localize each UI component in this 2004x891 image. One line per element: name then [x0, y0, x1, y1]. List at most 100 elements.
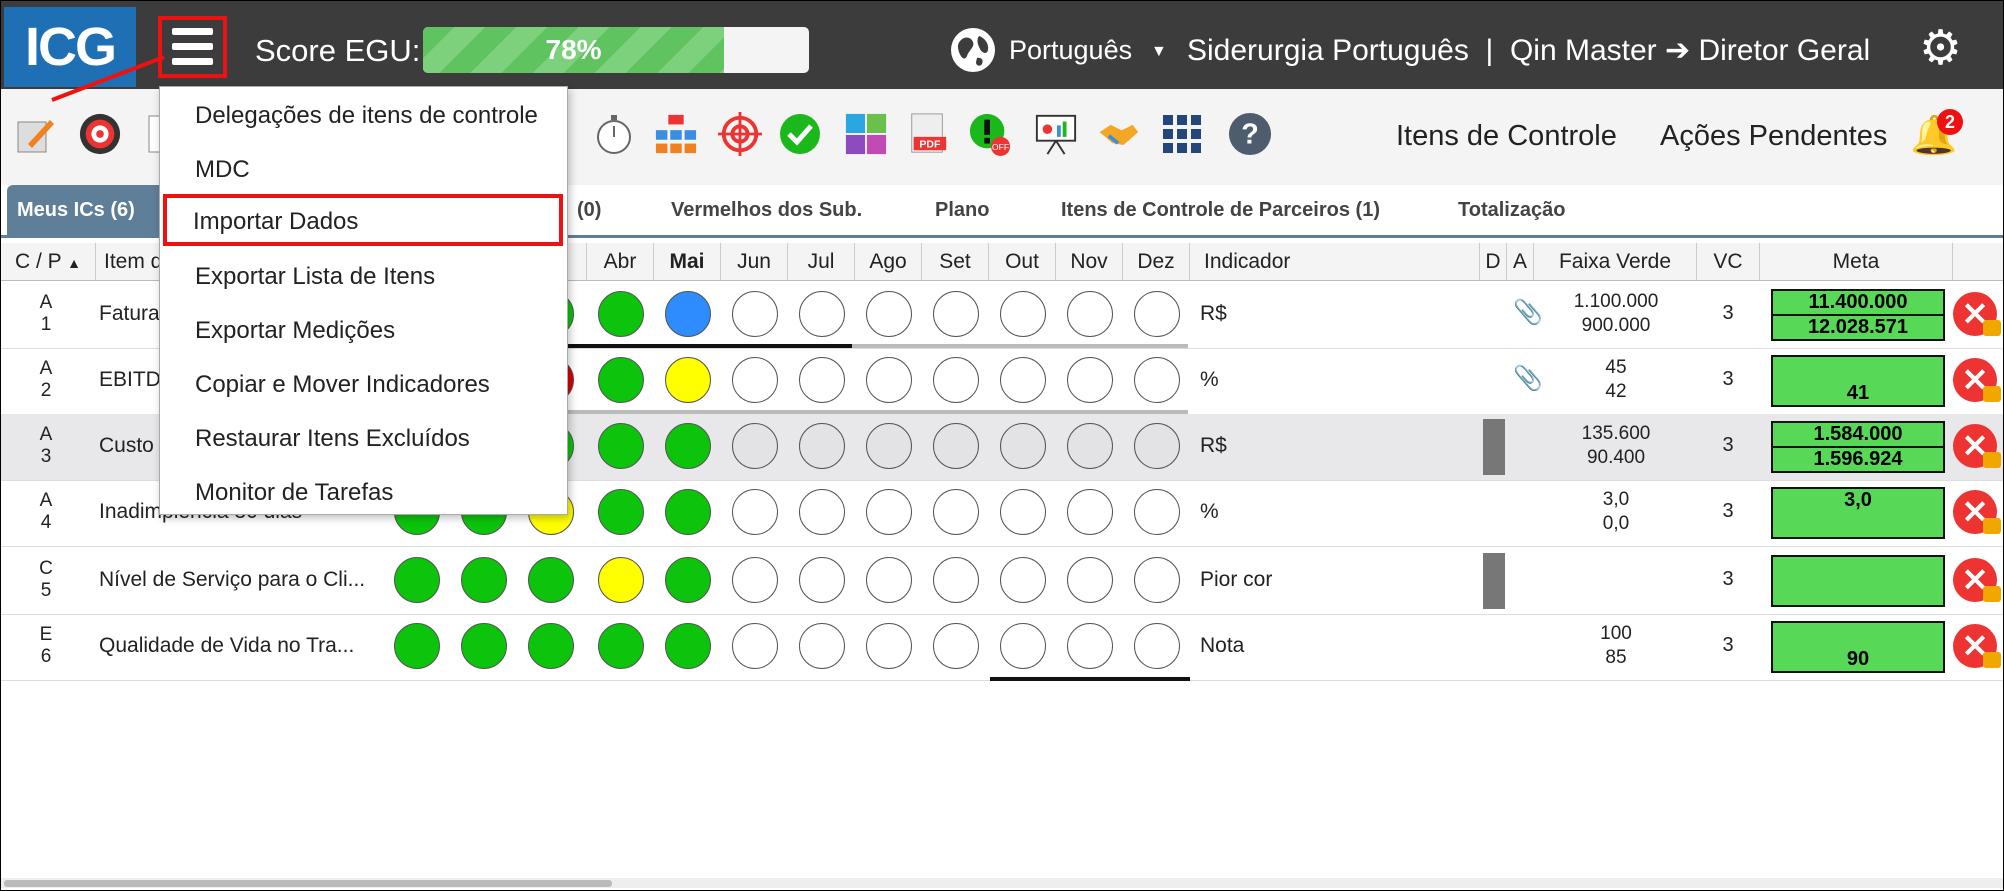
status-circle[interactable]	[799, 489, 845, 535]
status-circle[interactable]	[866, 489, 912, 535]
tab-plano[interactable]: Plano	[935, 185, 989, 235]
status-circle[interactable]	[732, 557, 778, 603]
status-circle[interactable]	[665, 423, 711, 469]
globe-icon[interactable]	[951, 28, 995, 72]
status-circle[interactable]	[598, 357, 644, 403]
status-circle[interactable]	[461, 623, 507, 669]
col-ago[interactable]: Ago	[855, 243, 922, 280]
status-circle[interactable]	[1000, 557, 1046, 603]
col-vc[interactable]: VC	[1697, 243, 1760, 280]
status-circle[interactable]	[528, 623, 574, 669]
status-circle[interactable]	[866, 623, 912, 669]
menu-item-importar-dados[interactable]: Importar Dados	[193, 208, 358, 236]
puzzle-icon[interactable]	[844, 112, 888, 156]
status-circle[interactable]	[933, 423, 979, 469]
attachment-icon[interactable]: 📎	[1513, 364, 1543, 393]
status-circle[interactable]	[665, 489, 711, 535]
col-faixa[interactable]: Faixa Verde	[1534, 243, 1697, 280]
status-circle[interactable]	[1134, 291, 1180, 337]
row-item-name[interactable]: Fatura	[99, 302, 160, 326]
status-circle[interactable]	[1134, 557, 1180, 603]
status-circle[interactable]	[933, 357, 979, 403]
row-meta[interactable]: 90	[1771, 621, 1945, 673]
row-meta[interactable]: 3,0	[1771, 487, 1945, 539]
status-circle[interactable]	[528, 557, 574, 603]
status-circle[interactable]	[1000, 423, 1046, 469]
status-circle[interactable]	[665, 357, 711, 403]
status-circle[interactable]	[1134, 489, 1180, 535]
col-set[interactable]: Set	[922, 243, 989, 280]
status-circle[interactable]	[1067, 623, 1113, 669]
status-circle[interactable]	[799, 557, 845, 603]
status-circle[interactable]	[799, 623, 845, 669]
status-circle[interactable]	[1000, 623, 1046, 669]
row-item-name[interactable]: Custo	[99, 434, 154, 458]
menu-item-delegacoes[interactable]: Delegações de itens de controle	[195, 102, 538, 130]
grid-icon[interactable]	[1160, 112, 1204, 156]
crosshair-icon[interactable]	[718, 112, 762, 156]
items-control-link[interactable]: Itens de Controle	[1396, 120, 1617, 153]
help-icon[interactable]: ?	[1228, 112, 1272, 156]
row-item-name[interactable]: Qualidade de Vida no Tra...	[99, 634, 354, 658]
menu-item-exportar-medicoes[interactable]: Exportar Medições	[195, 317, 395, 345]
menu-item-mdc[interactable]: MDC	[195, 156, 250, 184]
status-circle[interactable]	[1134, 423, 1180, 469]
edit-icon[interactable]	[14, 112, 58, 156]
col-out[interactable]: Out	[989, 243, 1056, 280]
col-indicador[interactable]: Indicador	[1190, 243, 1480, 280]
status-circle[interactable]	[1067, 557, 1113, 603]
language-selector[interactable]: Português	[1009, 35, 1132, 66]
menu-item-monitor-tarefas[interactable]: Monitor de Tarefas	[195, 479, 393, 507]
status-circle[interactable]	[1067, 291, 1113, 337]
col-nov[interactable]: Nov	[1056, 243, 1123, 280]
row-meta[interactable]: 41	[1771, 355, 1945, 407]
col-abr[interactable]: Abr	[587, 243, 654, 280]
org-chart-icon[interactable]	[654, 112, 698, 156]
status-circle[interactable]	[598, 489, 644, 535]
alert-off-icon[interactable]: OFF	[968, 112, 1012, 156]
status-circle[interactable]	[1067, 489, 1113, 535]
pdf-icon[interactable]: PDF	[906, 112, 950, 156]
row-item-name[interactable]: Nível de Serviço para o Cli...	[99, 568, 365, 592]
col-cp[interactable]: C / P ▲	[1, 243, 96, 280]
status-circle[interactable]	[598, 423, 644, 469]
tab-meus-ics[interactable]: Meus ICs (6)	[7, 185, 177, 235]
status-circle[interactable]	[933, 291, 979, 337]
tab-parceiros[interactable]: Itens de Controle de Parceiros (1)	[1061, 185, 1380, 235]
status-circle[interactable]	[1000, 291, 1046, 337]
col-meta[interactable]: Meta	[1760, 243, 1953, 280]
stopwatch-icon[interactable]	[592, 112, 636, 156]
status-circle[interactable]	[799, 357, 845, 403]
status-circle[interactable]	[1134, 623, 1180, 669]
menu-item-copiar-mover[interactable]: Copiar e Mover Indicadores	[195, 371, 490, 399]
row-meta[interactable]: 1.584.000 1.596.924	[1771, 421, 1945, 473]
col-jul[interactable]: Jul	[788, 243, 855, 280]
status-circle[interactable]	[732, 357, 778, 403]
status-circle[interactable]	[1000, 357, 1046, 403]
col-d[interactable]: D	[1480, 243, 1507, 280]
status-circle[interactable]	[866, 357, 912, 403]
status-circle[interactable]	[1067, 357, 1113, 403]
check-circle-icon[interactable]	[778, 112, 822, 156]
status-circle[interactable]	[1067, 423, 1113, 469]
status-circle[interactable]	[394, 557, 440, 603]
pending-actions-link[interactable]: Ações Pendentes	[1660, 120, 1887, 153]
tab-count[interactable]: (0)	[577, 185, 601, 235]
status-circle[interactable]	[598, 623, 644, 669]
menu-item-exportar-lista[interactable]: Exportar Lista de Itens	[195, 263, 435, 291]
status-circle[interactable]	[732, 489, 778, 535]
table-row[interactable]: E 6 Qualidade de Vida no Tra... Nota 100 85 3 9…	[1, 614, 2003, 681]
tab-totalizacao[interactable]: Totalização	[1458, 185, 1565, 235]
status-circle[interactable]	[461, 557, 507, 603]
row-meta[interactable]: 11.400.000 12.028.571	[1771, 289, 1945, 341]
status-circle[interactable]	[933, 489, 979, 535]
table-row[interactable]: C 5 Nível de Serviço para o Cli... Pior cor…	[1, 548, 2003, 615]
status-circle[interactable]	[866, 423, 912, 469]
status-circle[interactable]	[1134, 357, 1180, 403]
status-circle[interactable]	[933, 623, 979, 669]
status-circle[interactable]	[933, 557, 979, 603]
col-mai[interactable]: Mai	[654, 243, 721, 280]
status-circle[interactable]	[598, 557, 644, 603]
status-circle[interactable]	[799, 423, 845, 469]
hamburger-menu-button[interactable]	[158, 16, 227, 78]
